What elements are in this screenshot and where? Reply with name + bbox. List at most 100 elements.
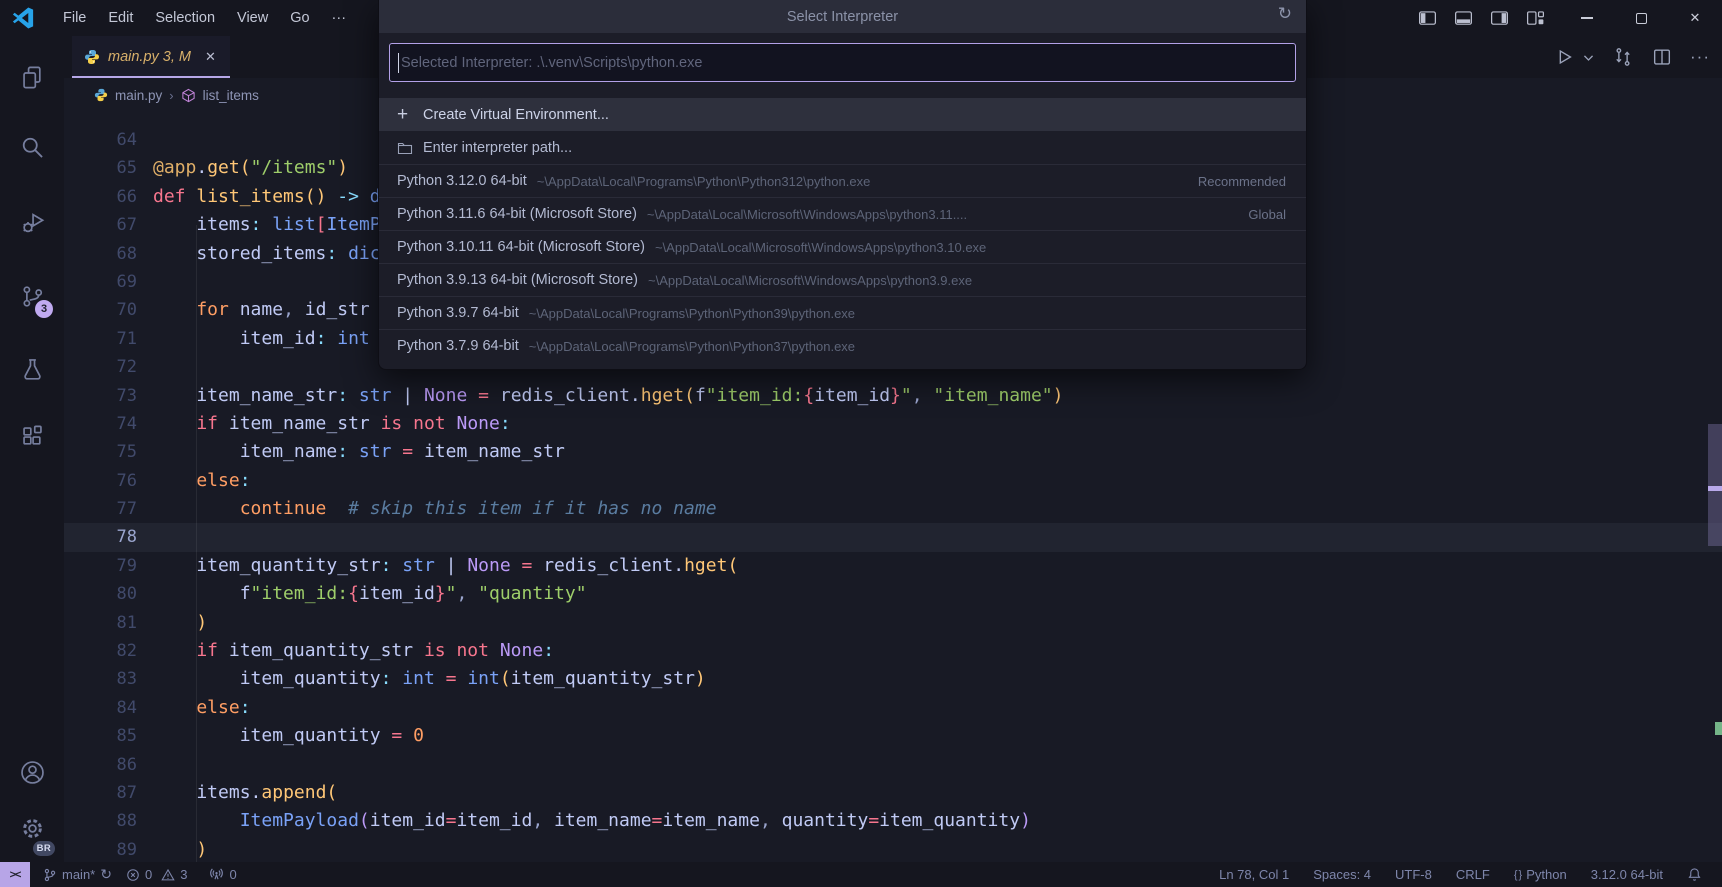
testing-icon xyxy=(19,356,46,383)
toggle-sidebar-icon[interactable] xyxy=(1417,8,1438,29)
encoding-status[interactable]: UTF-8 xyxy=(1383,862,1444,887)
vscode-logo-icon xyxy=(12,7,34,29)
line-number: 79 xyxy=(64,552,153,580)
code-line-87[interactable]: 87 items.append( xyxy=(64,779,1722,807)
indentation: Spaces: 4 xyxy=(1313,867,1371,882)
source-control-badge: 3 xyxy=(35,300,53,318)
menu-go[interactable]: Go xyxy=(279,0,320,36)
vscode-window: File Edit Selection View Go ··· xyxy=(0,0,1722,887)
eol: CRLF xyxy=(1456,867,1490,882)
interpreter-status[interactable]: 3.12.0 64-bit xyxy=(1579,862,1675,887)
code-line-75[interactable]: 75 item_name: str = item_name_str xyxy=(64,438,1722,466)
menu-file[interactable]: File xyxy=(52,0,97,36)
scrollbar-slider[interactable] xyxy=(1708,424,1722,546)
quickpick-item[interactable]: Python 3.7.9 64-bit~\AppData\Local\Progr… xyxy=(379,329,1306,362)
refresh-icon[interactable]: ↻ xyxy=(1278,4,1292,24)
code-line-85[interactable]: 85 item_quantity = 0 xyxy=(64,722,1722,750)
sidebar-item-explorer[interactable] xyxy=(0,53,64,101)
remote-indicator[interactable]: >< xyxy=(0,862,30,887)
minimize-button[interactable] xyxy=(1560,0,1614,36)
sidebar-item-source-control[interactable]: 3 xyxy=(0,272,64,320)
interpreter-search-input[interactable]: Selected Interpreter: .\.venv\Scripts\py… xyxy=(389,43,1296,82)
ports-status[interactable]: 0 xyxy=(202,862,243,887)
sidebar-item-testing[interactable] xyxy=(0,345,64,393)
quickpick-item-path: ~\AppData\Local\Programs\Python\Python31… xyxy=(537,174,871,189)
quickpick-item[interactable]: +Create Virtual Environment... xyxy=(379,98,1306,131)
quickpick-item-label: Python 3.7.9 64-bit xyxy=(397,338,519,354)
eol-status[interactable]: CRLF xyxy=(1444,862,1502,887)
code-line-86[interactable]: 86 xyxy=(64,751,1722,779)
code-line-83[interactable]: 83 item_quantity: int = int(item_quantit… xyxy=(64,665,1722,693)
branch-status[interactable]: main* ↻ xyxy=(36,862,119,887)
quickpick-header[interactable]: Select Interpreter ↻ xyxy=(379,0,1306,33)
ports-count: 0 xyxy=(229,867,236,882)
quickpick-item[interactable]: Python 3.12.0 64-bit~\AppData\Local\Prog… xyxy=(379,164,1306,197)
sidebar-item-extensions[interactable] xyxy=(0,412,64,460)
cursor-position-status[interactable]: Ln 78, Col 1 xyxy=(1207,862,1301,887)
menu-view[interactable]: View xyxy=(226,0,279,36)
menu-edit[interactable]: Edit xyxy=(97,0,144,36)
line-number: 77 xyxy=(64,495,153,523)
code-line-79[interactable]: 79 item_quantity_str: str | None = redis… xyxy=(64,552,1722,580)
code-line-82[interactable]: 82 if item_quantity_str is not None: xyxy=(64,637,1722,665)
code-line-77[interactable]: 77 continue # skip this item if it has n… xyxy=(64,495,1722,523)
tab-main-py[interactable]: main.py 3, M ✕ xyxy=(72,36,230,78)
account-button[interactable] xyxy=(0,748,64,796)
code-line-84[interactable]: 84 else: xyxy=(64,694,1722,722)
sidebar-item-search[interactable] xyxy=(0,123,64,171)
tab-close-icon[interactable]: ✕ xyxy=(205,49,216,65)
settings-button[interactable]: BR xyxy=(0,804,64,852)
quickpick-input-row: Selected Interpreter: .\.venv\Scripts\py… xyxy=(379,33,1306,98)
quickpick-item-label: Enter interpreter path... xyxy=(423,140,572,156)
notifications-status[interactable] xyxy=(1675,862,1714,887)
code-line-81[interactable]: 81 ) xyxy=(64,609,1722,637)
quickpick-item-path: ~\AppData\Local\Microsoft\WindowsApps\py… xyxy=(647,207,967,222)
quickpick-item-path: ~\AppData\Local\Microsoft\WindowsApps\py… xyxy=(648,273,972,288)
line-number: 83 xyxy=(64,665,153,693)
sidebar-item-run-debug[interactable] xyxy=(0,198,64,246)
problems-status[interactable]: 0 3 xyxy=(119,862,194,887)
split-editor-icon[interactable] xyxy=(1651,46,1673,68)
language-status[interactable]: { } Python xyxy=(1502,862,1579,887)
quickpick-item[interactable]: Python 3.11.6 64-bit (Microsoft Store) ~\… xyxy=(379,197,1306,230)
quickpick-item-label: Python 3.9.13 64-bit (Microsoft Store) xyxy=(397,272,638,288)
encoding: UTF-8 xyxy=(1395,867,1432,882)
run-dropdown-chevron-icon[interactable] xyxy=(1582,51,1595,64)
line-content: ) xyxy=(153,836,207,864)
quickpick-item[interactable]: Enter interpreter path... xyxy=(379,131,1306,164)
git-branch-icon xyxy=(43,868,57,882)
menu-selection[interactable]: Selection xyxy=(144,0,226,36)
minimize-icon xyxy=(1581,17,1593,18)
line-content: ItemPayload(item_id=item_id, item_name=i… xyxy=(153,807,1031,835)
maximize-button[interactable] xyxy=(1614,0,1668,36)
quickpick-item[interactable]: Python 3.9.13 64-bit (Microsoft Store) ~\… xyxy=(379,263,1306,296)
code-line-80[interactable]: 80 f"item_id:{item_id}", "quantity" xyxy=(64,580,1722,608)
code-line-76[interactable]: 76 else: xyxy=(64,467,1722,495)
select-interpreter-dialog: Select Interpreter ↻ Selected Interprete… xyxy=(378,0,1307,370)
menu-more[interactable]: ··· xyxy=(321,0,358,36)
run-python-file-icon[interactable] xyxy=(1553,46,1575,68)
line-number: 82 xyxy=(64,637,153,665)
account-icon xyxy=(19,759,46,786)
close-button[interactable]: ✕ xyxy=(1668,0,1722,36)
code-line-73[interactable]: 73 item_name_str: str | None = redis_cli… xyxy=(64,382,1722,410)
indentation-status[interactable]: Spaces: 4 xyxy=(1301,862,1383,887)
code-line-78[interactable]: 78 xyxy=(64,523,1722,551)
code-line-89[interactable]: 89 ) xyxy=(64,836,1722,864)
code-line-74[interactable]: 74 if item_name_str is not None: xyxy=(64,410,1722,438)
toggle-secondary-sidebar-icon[interactable] xyxy=(1489,8,1510,29)
line-number: 78 xyxy=(64,523,153,551)
quickpick-item-label: Python 3.11.6 64-bit (Microsoft Store) xyxy=(397,206,637,222)
code-line-88[interactable]: 88 ItemPayload(item_id=item_id, item_nam… xyxy=(64,807,1722,835)
breadcrumb-file[interactable]: main.py xyxy=(115,88,162,103)
more-actions-icon[interactable]: ··· xyxy=(1690,47,1710,67)
breadcrumb-symbol[interactable]: list_items xyxy=(203,88,259,103)
open-changes-icon[interactable] xyxy=(1612,46,1634,68)
toggle-panel-icon[interactable] xyxy=(1453,8,1474,29)
quickpick-item[interactable]: Python 3.10.11 64-bit (Microsoft Store)~… xyxy=(379,230,1306,263)
customize-layout-icon[interactable] xyxy=(1525,8,1546,29)
line-number: 67 xyxy=(64,211,153,239)
warning-count: 3 xyxy=(180,867,187,882)
quickpick-item[interactable]: Python 3.9.7 64-bit~\AppData\Local\Progr… xyxy=(379,296,1306,329)
bell-icon xyxy=(1687,867,1702,882)
